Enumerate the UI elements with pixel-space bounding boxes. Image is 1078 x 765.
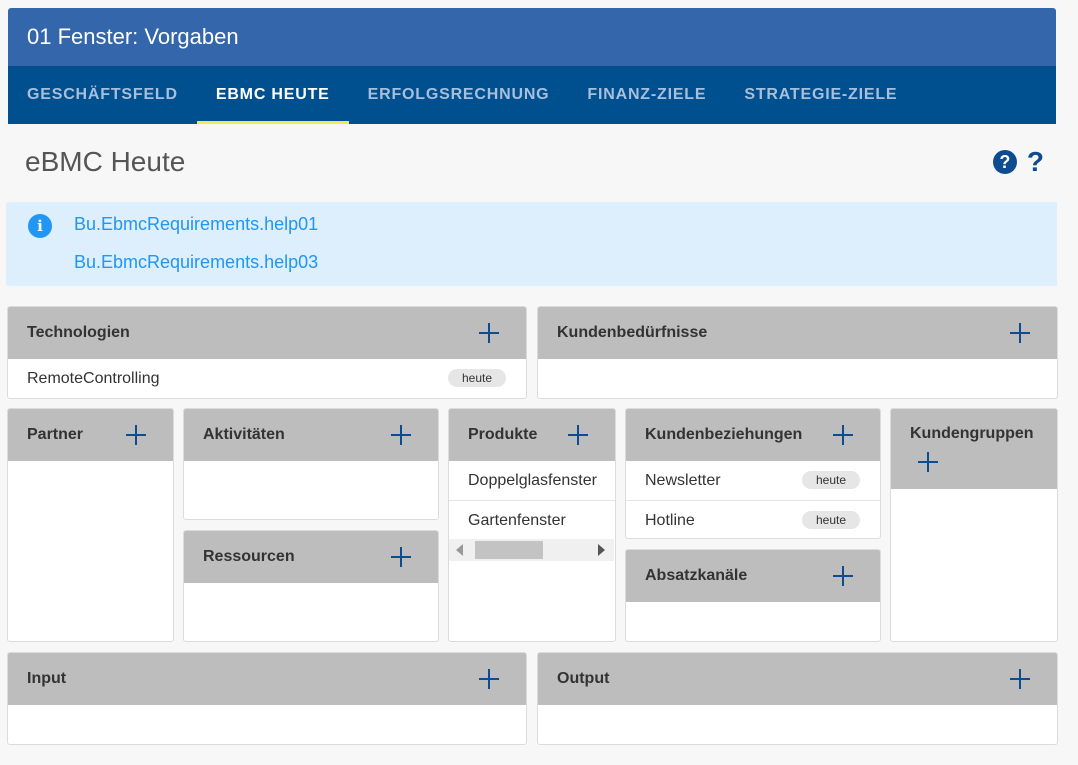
card-title: Produkte [468, 426, 538, 443]
item-label: RemoteControlling [27, 370, 160, 387]
card-title: Kundengruppen [910, 425, 1034, 442]
add-kundengruppe-plus-icon[interactable] [917, 451, 939, 473]
card-title: Kundenbeziehungen [645, 426, 803, 443]
card-header: Ressourcen [184, 531, 438, 583]
item-label: Gartenfenster [468, 512, 566, 529]
info-link-help01[interactable]: Bu.EbmcRequirements.help01 [74, 214, 318, 235]
card-partner: Partner [7, 408, 174, 642]
help-icons: ? ? [992, 147, 1044, 177]
card-aktivitaeten: Aktivitäten [183, 408, 439, 520]
add-ressource-plus-icon[interactable] [390, 546, 412, 568]
status-badge: heute [801, 471, 860, 489]
add-kundenbeduerfnis-plus-icon[interactable] [1009, 322, 1031, 344]
tab-strategie-ziele[interactable]: STRATEGIE-ZIELE [725, 66, 916, 124]
add-output-plus-icon[interactable] [1009, 668, 1031, 690]
help-circle-icon[interactable]: ? [992, 150, 1017, 174]
tab-geschaeftsfeld[interactable]: GESCHÄFTSFELD [8, 66, 197, 124]
status-badge: heute [801, 511, 860, 529]
card-produkte: Produkte Doppelglasfenster Gartenfenster [448, 408, 616, 642]
item-label: Hotline [645, 512, 695, 529]
card-absatzkanaele: Absatzkanäle [625, 549, 881, 642]
card-output: Output [537, 652, 1058, 745]
card-header: Aktivitäten [184, 409, 438, 461]
item-label: Doppelglasfenster [468, 472, 597, 489]
card-title: Kundenbedürfnisse [557, 324, 708, 341]
card-title: Absatzkanäle [645, 567, 748, 584]
tab-finanz-ziele[interactable]: FINANZ-ZIELE [568, 66, 725, 124]
list-item[interactable]: Newsletter heute [626, 461, 880, 501]
card-header: Technologien [8, 307, 526, 359]
add-input-plus-icon[interactable] [478, 668, 500, 690]
add-kundenbeziehung-plus-icon[interactable] [832, 424, 854, 446]
card-header: Input [8, 653, 526, 705]
card-kundenbeziehungen: Kundenbeziehungen Newsletter heute Hotli… [625, 408, 881, 539]
tab-bar: GESCHÄFTSFELD EBMC HEUTE ERFOLGSRECHNUNG… [8, 66, 1056, 124]
info-box: i Bu.EbmcRequirements.help01 Bu.EbmcRequ… [6, 202, 1057, 286]
card-technologien: Technologien RemoteControlling heute [7, 306, 527, 399]
card-header: Kundenbedürfnisse [538, 307, 1057, 359]
window-title: 01 Fenster: Vorgaben [8, 8, 1056, 66]
card-header: Kundenbeziehungen [626, 409, 880, 461]
card-ressourcen: Ressourcen [183, 530, 439, 642]
add-partner-plus-icon[interactable] [125, 424, 147, 446]
card-header: Absatzkanäle [626, 550, 880, 602]
scroll-left-arrow-icon[interactable] [456, 544, 463, 556]
scroll-right-arrow-icon[interactable] [598, 544, 605, 556]
card-header: Partner [8, 409, 173, 461]
card-header: Produkte [449, 409, 615, 461]
card-title: Technologien [27, 324, 130, 341]
tab-ebmc-heute[interactable]: EBMC HEUTE [196, 66, 349, 124]
item-label: Newsletter [645, 472, 721, 489]
add-absatzkanal-plus-icon[interactable] [832, 565, 854, 587]
list-item[interactable]: Doppelglasfenster [449, 461, 615, 501]
info-icon: i [28, 214, 52, 238]
card-header: Kundengruppen [891, 409, 1057, 489]
card-title: Input [27, 670, 67, 687]
add-aktivitaet-plus-icon[interactable] [390, 424, 412, 446]
card-kundenbeduerfnisse: Kundenbedürfnisse [537, 306, 1058, 399]
card-title: Output [557, 670, 610, 687]
card-title: Ressourcen [203, 548, 295, 565]
page-title: eBMC Heute [25, 146, 186, 177]
add-produkt-plus-icon[interactable] [567, 424, 589, 446]
card-input: Input [7, 652, 527, 745]
card-kundengruppen: Kundengruppen [890, 408, 1058, 642]
add-technologie-plus-icon[interactable] [478, 322, 500, 344]
help-question-icon[interactable]: ? [1027, 147, 1044, 177]
card-title: Partner [27, 426, 84, 443]
info-link-help03[interactable]: Bu.EbmcRequirements.help03 [74, 252, 318, 273]
scrollbar-thumb[interactable] [475, 541, 543, 559]
list-item[interactable]: Hotline heute [626, 501, 880, 538]
list-item[interactable]: Gartenfenster [449, 501, 615, 540]
horizontal-scrollbar[interactable] [449, 539, 614, 561]
card-title: Aktivitäten [203, 426, 285, 443]
status-badge: heute [447, 369, 506, 387]
tab-erfolgsrechnung[interactable]: ERFOLGSRECHNUNG [349, 66, 569, 124]
list-item[interactable]: RemoteControlling heute [8, 359, 526, 398]
card-header: Output [538, 653, 1057, 705]
